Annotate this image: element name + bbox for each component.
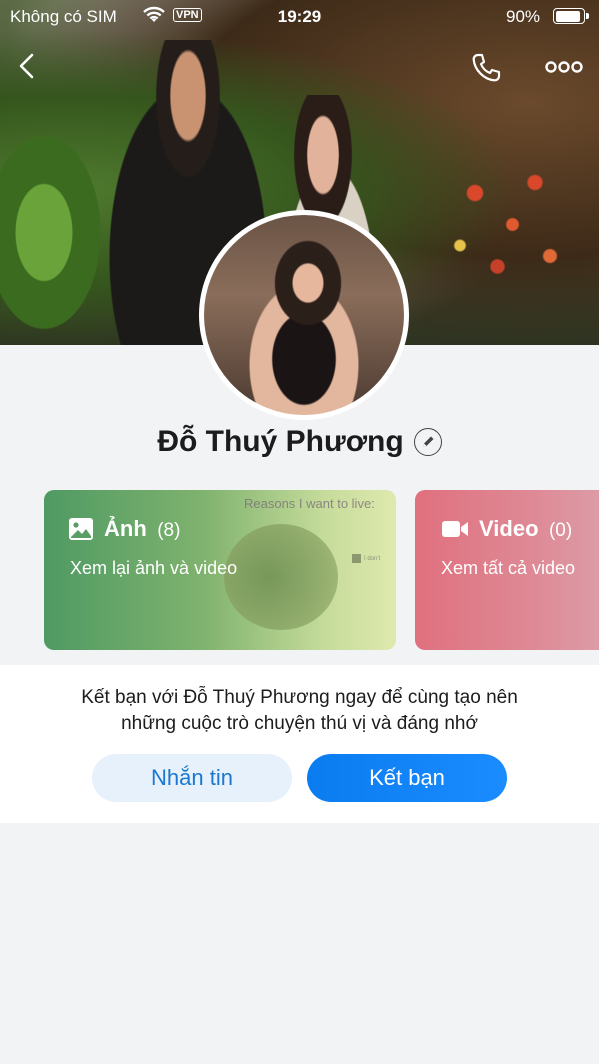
profile-name-row: Đỗ Thuý Phương xyxy=(0,420,599,464)
videos-subtitle: Xem tất cả video xyxy=(441,558,576,578)
friend-invite-line2: những cuộc trò chuyện thú vị và đáng nhớ xyxy=(121,713,478,734)
videos-card[interactable]: Video (0) Xem tất cả video xyxy=(415,490,599,650)
videos-title-row: Video (0) xyxy=(441,516,572,542)
message-button[interactable]: Nhắn tin xyxy=(92,754,292,802)
photos-title: Ảnh xyxy=(104,516,147,541)
friend-invite-message: Kết bạn với Đỗ Thuý Phương ngay để cùng … xyxy=(0,685,599,737)
photos-subtitle: Xem lại ảnh và video xyxy=(70,558,238,578)
friend-invite-line1: Kết bạn với Đỗ Thuý Phương ngay để cùng … xyxy=(81,687,518,708)
image-icon xyxy=(69,518,93,540)
edit-icon[interactable] xyxy=(413,428,442,456)
more-icon[interactable] xyxy=(544,58,584,76)
battery-icon xyxy=(553,8,589,24)
phone-icon[interactable] xyxy=(470,52,502,84)
photos-thumbnail xyxy=(224,524,338,630)
photos-card[interactable]: Reasons I want to live: I don't Ảnh (8) … xyxy=(44,490,396,650)
profile-name: Đỗ Thuý Phương xyxy=(157,425,404,458)
status-bar: Không có SIM VPN 19:29 90% xyxy=(0,0,599,34)
videos-title: Video xyxy=(479,516,539,541)
avatar[interactable] xyxy=(199,210,409,420)
photos-title-row: Ảnh (8) xyxy=(68,516,180,542)
video-camera-icon xyxy=(442,521,468,537)
battery-percent: 90% xyxy=(506,7,541,26)
back-icon[interactable] xyxy=(16,52,40,80)
photos-count: (8) xyxy=(157,520,181,541)
cover-berries xyxy=(430,130,580,340)
friend-request-panel: Kết bạn với Đỗ Thuý Phương ngay để cùng … xyxy=(0,665,599,823)
pencil-icon xyxy=(422,436,434,447)
add-friend-button[interactable]: Kết bạn xyxy=(307,754,507,802)
photos-thumbnail-legend: I don't xyxy=(352,554,380,563)
photos-thumbnail-caption: Reasons I want to live: xyxy=(244,496,375,511)
videos-count: (0) xyxy=(548,520,573,541)
